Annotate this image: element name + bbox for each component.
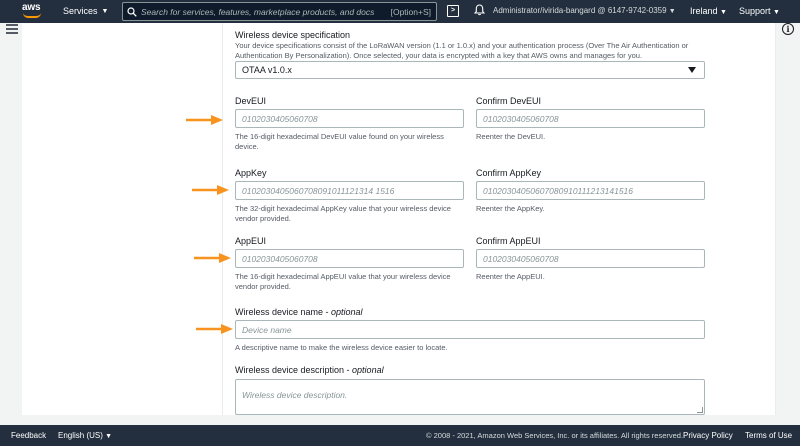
caret-down-icon: ▼ <box>105 433 113 440</box>
confirm-appeui-description: Reenter the AppEUI. <box>476 272 545 281</box>
region-menu[interactable]: Ireland ▼ <box>690 6 727 16</box>
appeui-placeholder: 0102030405060708 <box>242 253 318 264</box>
device-description-textarea[interactable]: Wireless device description. <box>235 379 705 415</box>
info-icon[interactable]: i <box>782 23 794 35</box>
caret-down-icon: ▼ <box>668 8 676 15</box>
spec-select[interactable]: OTAA v1.0.x <box>235 61 705 79</box>
language-selector[interactable]: English (US) ▼ <box>58 431 112 440</box>
arrow-annotation-icon <box>196 324 233 334</box>
spec-label: Wireless device specification <box>235 30 351 40</box>
appkey-input[interactable]: 0102030405060708091011121314 1516 <box>235 181 464 200</box>
aws-logo[interactable]: aws <box>22 2 44 20</box>
terms-of-use-link[interactable]: Terms of Use <box>745 431 792 440</box>
confirm-appkey-placeholder: 01020304050607080910111213141516 <box>483 185 634 196</box>
search-shortcut: [Option+S] <box>390 6 431 17</box>
arrow-annotation-icon <box>194 253 231 263</box>
confirm-deveui-description: Reenter the DevEUI. <box>476 132 546 141</box>
confirm-appkey-input[interactable]: 01020304050607080910111213141516 <box>476 181 705 200</box>
search-placeholder: Search for services, features, marketpla… <box>141 6 375 17</box>
aws-logo-text: aws <box>22 2 41 13</box>
resize-handle-icon[interactable] <box>697 407 703 413</box>
device-name-placeholder: Device name <box>242 324 292 335</box>
confirm-appeui-label: Confirm AppEUI <box>476 236 541 246</box>
bell-icon[interactable] <box>473 4 486 18</box>
optional-tag: optional <box>331 307 363 317</box>
device-description-label-text: Wireless device description <box>235 365 345 375</box>
arrow-annotation-icon <box>192 185 229 195</box>
appkey-description: The 32-digit hexadecimal AppKey value th… <box>235 204 451 223</box>
support-label: Support <box>739 6 771 16</box>
privacy-policy-link[interactable]: Privacy Policy <box>683 431 733 440</box>
search-icon <box>123 6 141 17</box>
caret-down-icon: ▼ <box>101 7 109 15</box>
confirm-appeui-placeholder: 0102030405060708 <box>483 253 559 264</box>
search-bar[interactable]: Search for services, features, marketpla… <box>122 2 437 21</box>
deveui-placeholder: 0102030405060708 <box>242 113 318 124</box>
dropdown-arrow-icon <box>688 67 696 73</box>
confirm-appeui-input[interactable]: 0102030405060708 <box>476 249 705 268</box>
account-menu[interactable]: Administrator/ivirida-bangard @ 6147-974… <box>493 6 676 15</box>
aws-smile-icon <box>23 13 41 18</box>
top-nav: aws Services ▼ Search for services, feat… <box>0 0 800 23</box>
spec-description: Your device specifications consist of th… <box>235 41 689 60</box>
cloudshell-icon[interactable]: > <box>447 5 459 17</box>
appeui-input[interactable]: 0102030405060708 <box>235 249 464 268</box>
optional-tag: optional <box>352 365 384 375</box>
confirm-appkey-description: Reenter the AppKey. <box>476 204 545 213</box>
device-description-label: Wireless device description - optional <box>235 365 384 375</box>
appeui-description: The 16-digit hexadecimal AppEUI value th… <box>235 272 451 291</box>
arrow-annotation-icon <box>186 115 223 125</box>
device-name-input[interactable]: Device name <box>235 320 705 339</box>
services-label: Services <box>63 6 98 16</box>
device-description-placeholder: Wireless device description. <box>242 390 348 400</box>
spec-select-value: OTAA v1.0.x <box>242 65 292 75</box>
device-name-label: Wireless device name - optional <box>235 307 363 317</box>
form-panel: Wireless device specification Your devic… <box>222 23 776 415</box>
deveui-label: DevEUI <box>235 96 267 106</box>
hamburger-menu-icon[interactable] <box>6 24 18 34</box>
services-menu[interactable]: Services ▼ <box>63 6 108 16</box>
copyright-text: © 2008 - 2021, Amazon Web Services, Inc.… <box>426 431 684 440</box>
region-label: Ireland <box>690 6 718 16</box>
caret-down-icon: ▼ <box>720 9 727 16</box>
account-label: Administrator/ivirida-bangard @ 6147-974… <box>493 6 667 15</box>
confirm-deveui-input[interactable]: 0102030405060708 <box>476 109 705 128</box>
caret-down-icon: ▼ <box>773 9 780 16</box>
appkey-label: AppKey <box>235 168 267 178</box>
deveui-description: The 16-digit hexadecimal DevEUI value fo… <box>235 132 444 151</box>
confirm-deveui-placeholder: 0102030405060708 <box>483 113 559 124</box>
content-background <box>22 23 222 415</box>
device-name-label-text: Wireless device name <box>235 307 324 317</box>
device-name-description: A descriptive name to make the wireless … <box>235 343 448 352</box>
confirm-deveui-label: Confirm DevEUI <box>476 96 542 106</box>
support-menu[interactable]: Support ▼ <box>739 6 780 16</box>
appkey-placeholder: 0102030405060708091011121314 1516 <box>242 185 395 196</box>
feedback-link[interactable]: Feedback <box>11 431 46 440</box>
language-label: English (US) <box>58 431 103 440</box>
deveui-input[interactable]: 0102030405060708 <box>235 109 464 128</box>
appeui-label: AppEUI <box>235 236 267 246</box>
confirm-appkey-label: Confirm AppKey <box>476 168 542 178</box>
footer: Feedback English (US) ▼ © 2008 - 2021, A… <box>0 425 800 446</box>
